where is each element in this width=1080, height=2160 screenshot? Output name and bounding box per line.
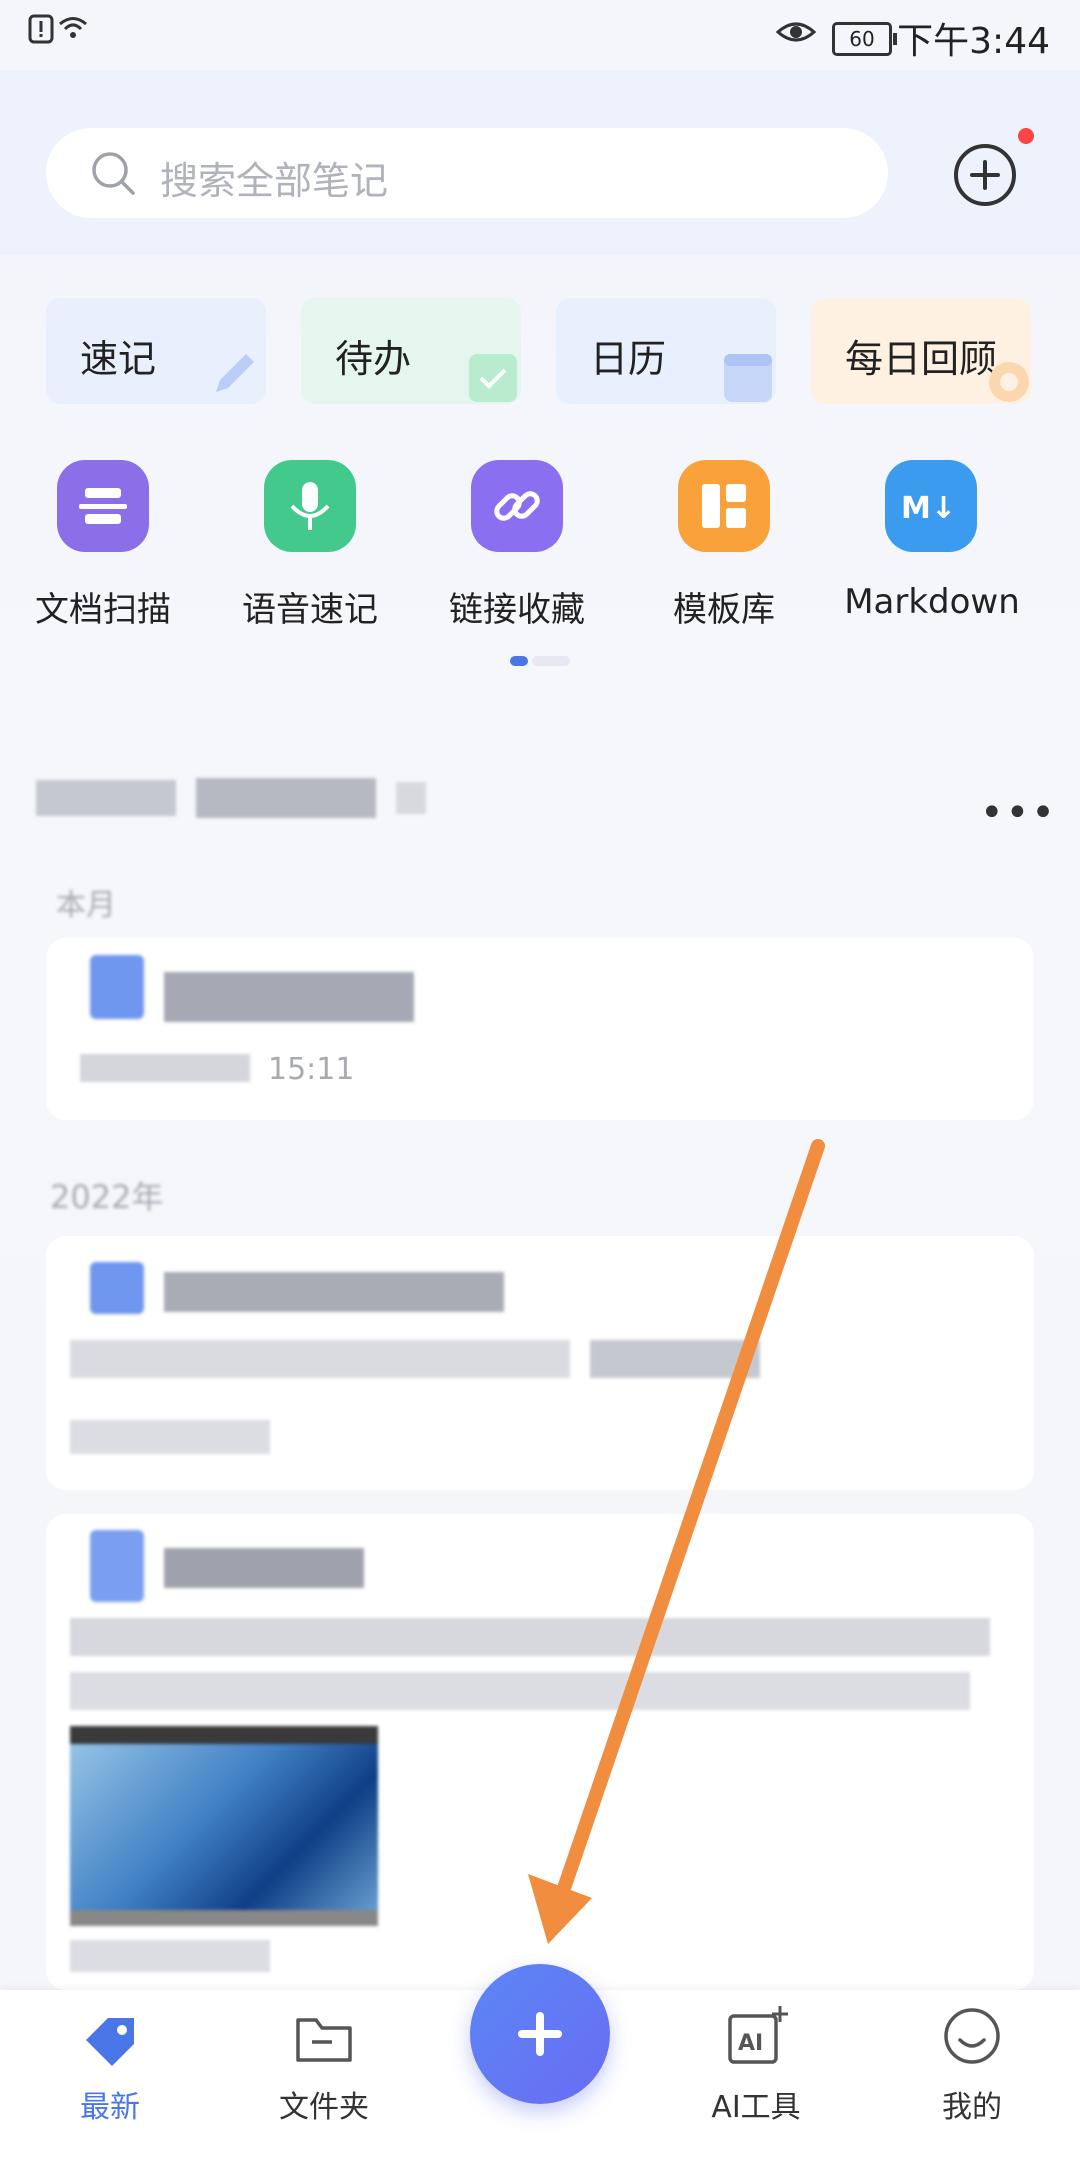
eye-comfort-icon [776,22,816,42]
year-label: 2022年 [50,1178,164,1216]
status-time: 下午3:44 [897,21,1050,62]
link-icon[interactable] [471,460,563,552]
folder-icon[interactable] [294,2010,354,2066]
quick-card-label: 日历 [590,337,667,381]
feature-label: 语音速记 [242,590,378,630]
quick-card-calendar[interactable]: 日历 [556,298,776,404]
microphone-icon[interactable] [264,460,356,552]
note-file-icon [90,1262,144,1314]
pencil-icon [216,354,254,392]
note-date-blurred [80,1050,250,1086]
review-icon [989,362,1029,402]
notification-dot [1018,128,1034,144]
quick-card-daily-review[interactable]: 每日回顾 [811,298,1031,404]
document-scan-icon[interactable] [57,460,149,552]
latest-icon[interactable] [78,2010,142,2070]
quick-card-label: 速记 [80,337,157,381]
feature-label: 链接收藏 [449,590,585,630]
quick-card-memo[interactable]: 速记 [46,298,266,404]
note-title-blurred [164,1272,504,1312]
note-title-blurred [164,972,414,1022]
battery-indicator: 60 [832,22,897,56]
note-file-icon [90,955,144,1019]
more-options-icon[interactable]: ••• [980,790,1057,836]
svg-text:AI: AI [738,2031,763,2056]
create-note-fab[interactable] [470,1964,610,2104]
note-card[interactable] [46,938,1034,1120]
note-preview-blurred [70,1340,760,1380]
section-title-blurred [36,772,430,824]
profile-icon[interactable] [942,2006,1002,2066]
feature-label: 文档扫描 [35,590,171,630]
note-image-thumbnail[interactable] [70,1726,378,1926]
feature-label: 模板库 [673,590,775,630]
nav-tab-latest[interactable]: 最新 [30,2082,190,2126]
wifi-icon [59,17,87,38]
quick-card-label: 待办 [335,337,412,381]
carousel-dot-active [510,656,528,666]
note-date-blurred [70,1420,270,1456]
quick-card-label: 每日回顾 [845,337,998,381]
markdown-icon[interactable]: M↓ [885,460,977,552]
nav-tab-ai-tools[interactable]: AI工具 [676,2082,836,2126]
quick-card-todo[interactable]: 待办 [301,298,521,404]
note-title-blurred [164,1548,364,1588]
note-date-blurred [70,1940,270,1974]
note-preview-blurred [70,1618,990,1718]
calendar-icon [724,354,772,402]
feature-label: Markdown [844,582,1020,622]
search-icon [92,152,135,195]
note-time: 15:11 [268,1052,355,1087]
ai-tools-icon[interactable]: AI [726,2004,790,2066]
month-label: 本月 [56,888,116,923]
note-file-icon [90,1530,144,1602]
template-icon[interactable] [678,460,770,552]
add-note-button[interactable] [954,144,1016,206]
todo-calendar-icon [469,354,517,402]
sim-alert-icon [28,14,54,44]
carousel-dot [532,656,570,666]
nav-tab-profile[interactable]: 我的 [892,2082,1052,2126]
nav-tab-folder[interactable]: 文件夹 [244,2082,404,2126]
search-placeholder: 搜索全部笔记 [160,159,389,203]
svg-text:M↓: M↓ [901,491,956,526]
